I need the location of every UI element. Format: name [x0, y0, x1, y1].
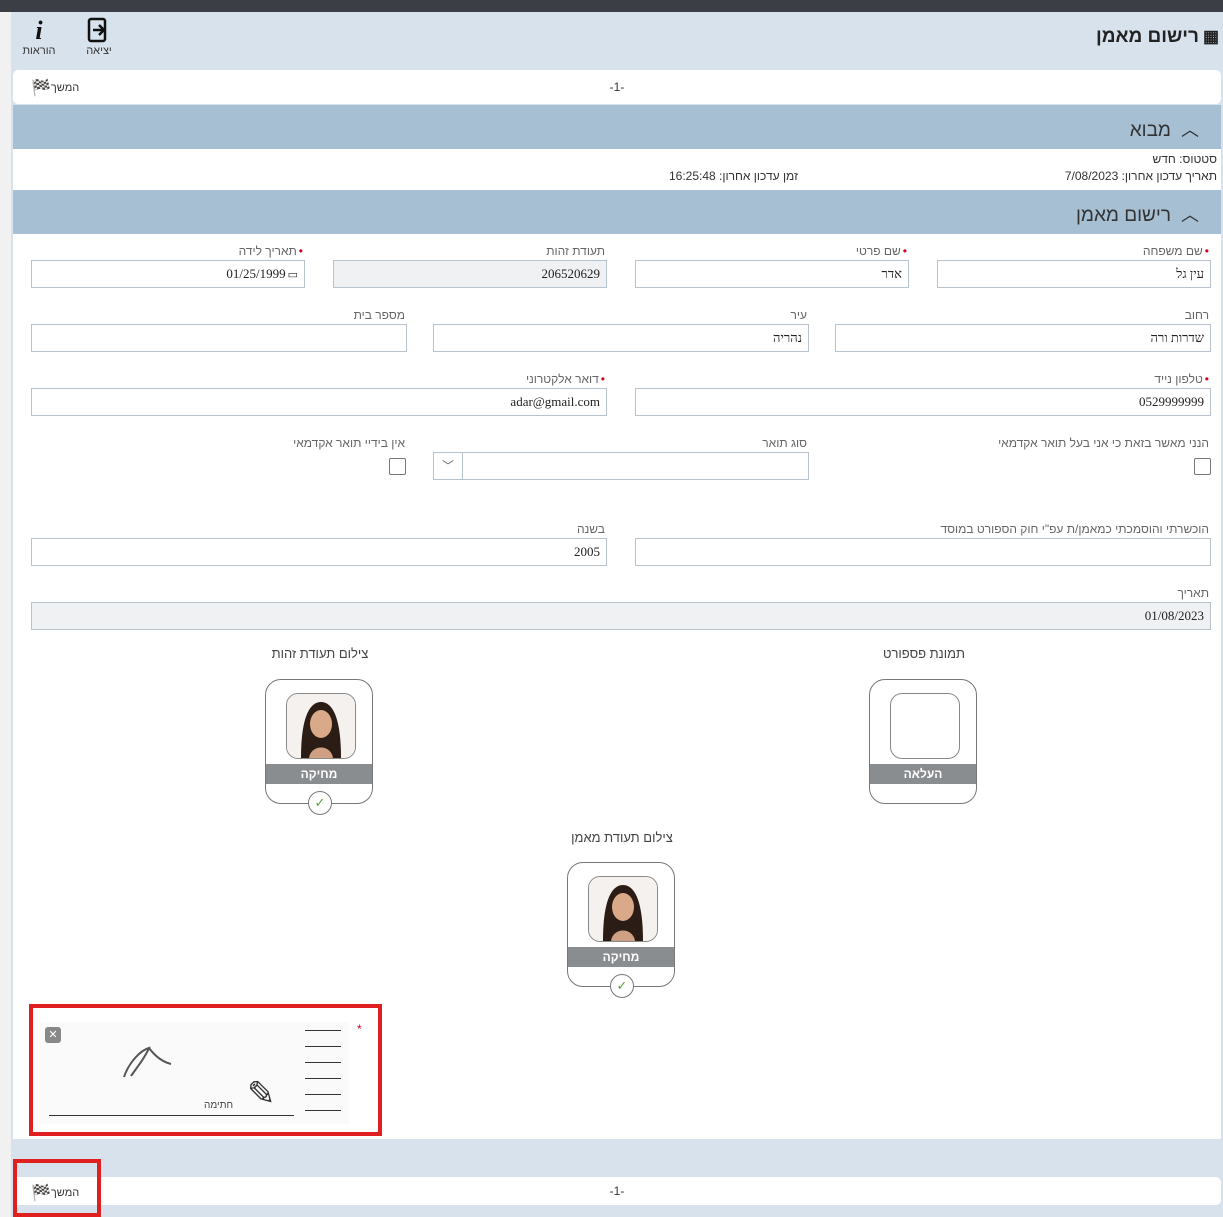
signature-required-mark: *: [357, 1022, 362, 1036]
status-text: סטטוס: חדש: [1152, 152, 1218, 166]
chevron-up-icon: ︿: [1181, 120, 1199, 140]
last-update-time: זמן עדכון אחרון: 16:25:48: [669, 169, 798, 183]
city-field[interactable]: נהריה: [433, 324, 809, 352]
signature-baseline: [49, 1115, 294, 1116]
form-frame: i הוראות יציאה ▦רישום מאמן 🏁המשך -1- ︿מב…: [11, 12, 1223, 1217]
passport-photo-title: תמונת פספורט: [882, 646, 965, 661]
chevron-up-icon: ︿: [1181, 205, 1199, 225]
academic-confirm-label: הנני מאשר בזאת כי אני בעל תואר אקדמאי: [998, 436, 1209, 450]
window-top-bar: [0, 0, 1223, 12]
close-icon[interactable]: ✕: [45, 1027, 61, 1043]
trainer-cert-thumbnail[interactable]: [588, 876, 658, 942]
academic-confirm-checkbox[interactable]: [1194, 458, 1211, 475]
signature-stroke: [123, 1046, 172, 1078]
signature-menu-icon[interactable]: [305, 1030, 341, 1126]
exit-icon: [81, 17, 117, 45]
upload-button[interactable]: העלאה: [870, 764, 976, 784]
signature-caption: חתימה: [204, 1100, 234, 1111]
email-label: •דואר אלקטרוני: [525, 372, 605, 386]
intro-meta: סטטוס: חדש תאריך עדכון אחרון: 7/08/2023 …: [13, 149, 1221, 190]
id-photo-thumbnail[interactable]: [286, 693, 356, 759]
email-field[interactable]: adar@gmail.com: [31, 388, 607, 416]
street-label: רחוב: [1184, 308, 1209, 322]
city-label: עיר: [790, 308, 807, 322]
instructions-button[interactable]: i הוראות: [21, 16, 57, 58]
pencil-icon: ✎: [247, 1075, 276, 1113]
photo-placeholder: [890, 693, 960, 759]
mobile-phone-field[interactable]: 0529999999: [635, 388, 1211, 416]
birth-date-label: •תאריך לידה: [238, 244, 303, 258]
no-degree-checkbox[interactable]: [389, 458, 406, 475]
id-number-label: תעודת זהות: [546, 244, 605, 258]
house-number-field[interactable]: [31, 324, 407, 352]
passport-photo-upload: העלאה: [869, 679, 977, 804]
calendar-icon[interactable]: ▭: [288, 269, 298, 281]
check-icon: ✓: [308, 791, 332, 815]
first-name-label: •שם פרטי: [855, 244, 907, 258]
header: i הוראות יציאה ▦רישום מאמן: [11, 12, 1223, 70]
trainer-cert-photo-upload: מחיקה ✓: [567, 862, 675, 998]
bottom-pager: 🏁המשך -1-: [13, 1177, 1221, 1205]
degree-type-label: סוג תואר: [762, 436, 807, 450]
id-number-field: 206520629: [333, 260, 607, 288]
section-intro-title: מבוא: [1129, 120, 1171, 141]
instructions-label: הוראות: [22, 45, 56, 57]
trainer-cert-photo-title: צילום תעודת מאמן: [571, 830, 673, 845]
last-name-label: •שם משפחה: [1142, 244, 1209, 258]
mobile-phone-label: •טלפון נייד: [1154, 372, 1209, 386]
top-pager: 🏁המשך -1-: [13, 70, 1221, 104]
page-indicator-bottom: -1-: [609, 1184, 625, 1198]
page-title: ▦רישום מאמן: [1095, 26, 1219, 47]
continue-highlight: [13, 1159, 101, 1217]
date-label: תאריך: [1177, 586, 1209, 600]
no-degree-label: אין בידיי תואר אקדמאי: [293, 436, 405, 450]
id-photo-title: צילום תעודת זהות: [271, 646, 369, 661]
house-number-label: מספר בית: [353, 308, 405, 322]
section-intro-header[interactable]: ︿ מבוא: [13, 105, 1221, 149]
registration-form: •שם משפחה עין גל •שם פרטי אדר תעודת זהות…: [13, 234, 1221, 1139]
checkered-flag-icon: 🏁: [31, 80, 51, 97]
year-field[interactable]: 2005: [31, 538, 607, 566]
delete-button[interactable]: מחיקה: [266, 764, 372, 784]
section-registration-title: רישום מאמן: [1075, 205, 1171, 226]
chevron-down-icon: ﹀: [434, 453, 463, 479]
exit-button[interactable]: יציאה: [81, 17, 117, 57]
birth-date-field[interactable]: 01/25/1999 ▭: [31, 260, 305, 288]
delete-button[interactable]: מחיקה: [568, 947, 674, 967]
page-indicator-top: -1-: [609, 80, 625, 94]
info-icon: i: [35, 16, 43, 45]
certification-label: הוכשרתי והוסמכתי כמאמן/ת עפ"י חוק הספורט…: [940, 522, 1209, 536]
last-name-field[interactable]: עין גל: [937, 260, 1211, 288]
date-field: 01/08/2023: [31, 602, 1211, 630]
exit-label: יציאה: [86, 45, 112, 57]
street-field[interactable]: שדרות ורה: [835, 324, 1211, 352]
first-name-field[interactable]: אדר: [635, 260, 909, 288]
register-icon: ▦: [1202, 27, 1219, 46]
year-label: בשנה: [577, 522, 605, 536]
last-update-date: תאריך עדכון אחרון: 7/08/2023: [1064, 169, 1217, 183]
degree-type-select[interactable]: ﹀: [433, 452, 809, 480]
certification-field[interactable]: [635, 538, 1211, 566]
signature-pad[interactable]: ✕ ✎ חתימה: [39, 1022, 349, 1124]
id-photo-upload: מחיקה ✓: [265, 679, 373, 815]
check-icon: ✓: [610, 974, 634, 998]
section-registration-header[interactable]: ︿ רישום מאמן: [13, 190, 1221, 234]
continue-button-top[interactable]: 🏁המשך: [27, 78, 79, 98]
